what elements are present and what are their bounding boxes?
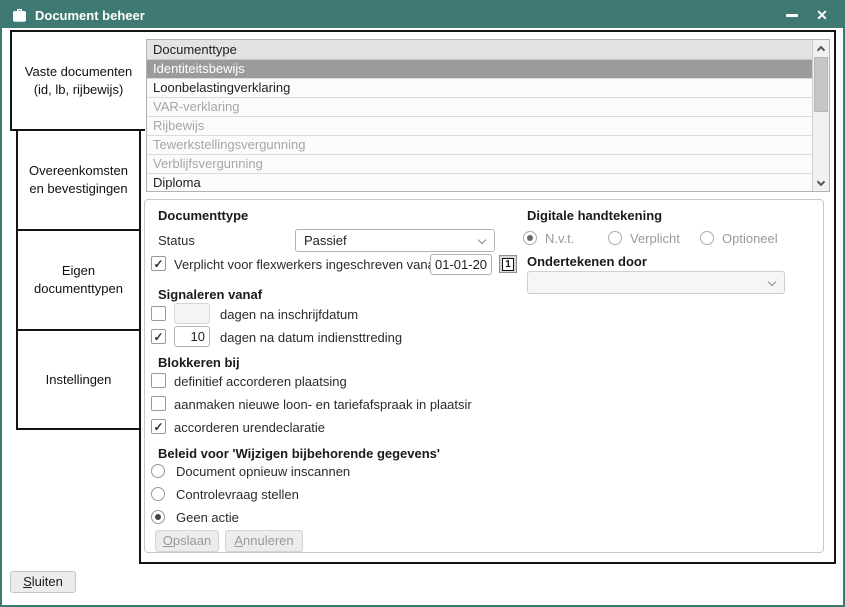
list-item[interactable]: Loonbelastingverklaring (147, 79, 812, 98)
blokkeren-tariefafspraak-checkbox[interactable] (151, 396, 166, 411)
status-label: Status (158, 233, 195, 248)
minimize-icon (786, 14, 798, 17)
window-body: Vaste documenten (id, lb, rijbewijs) Ove… (2, 28, 843, 605)
ondertekenen-label: Ondertekenen door (527, 254, 647, 269)
tab-overeenkomsten[interactable]: Overeenkomsten en bevestigingen (16, 129, 141, 231)
section-beleid-heading: Beleid voor 'Wijzigen bijbehorende gegev… (158, 446, 440, 461)
briefcase-icon (12, 9, 27, 22)
tab-eigen-documenttypen[interactable]: Eigen documenttypen (16, 229, 141, 331)
chevron-down-icon (478, 236, 486, 244)
verplicht-label: Verplicht voor flexwerkers ingeschreven … (174, 257, 438, 272)
sluiten-button[interactable]: Sluiten (10, 571, 76, 593)
detail-groupbox: Documenttype Status Passief Verplicht vo… (144, 199, 824, 553)
calendar-icon: 1 (502, 258, 514, 271)
scroll-up-icon[interactable] (813, 40, 829, 56)
opslaan-button[interactable]: Opslaan (155, 530, 219, 552)
status-dropdown[interactable]: Passief (295, 229, 495, 252)
scrollbar-thumb[interactable] (814, 57, 828, 112)
signaleren-indiensttreding-label: dagen na datum indiensttreding (220, 330, 402, 345)
titlebar: Document beheer ✕ (2, 2, 843, 28)
signaleren-inschrijf-input[interactable] (174, 303, 210, 324)
signaleren-indiensttreding-input[interactable] (174, 326, 210, 347)
list-item[interactable]: Rijbewijs (147, 117, 812, 136)
blokkeren-urendeclaratie-label: accorderen urendeclaratie (174, 420, 325, 435)
section-documenttype-heading: Documenttype (158, 208, 248, 223)
beleid-geen-actie-label: Geen actie (176, 510, 239, 525)
radio-verplicht-label: Verplicht (630, 231, 680, 246)
blokkeren-urendeclaratie-checkbox[interactable] (151, 419, 166, 434)
tab-instellingen[interactable]: Instellingen (16, 329, 141, 430)
ondertekenen-dropdown[interactable] (527, 271, 785, 294)
beleid-geen-actie-radio[interactable] (151, 510, 165, 524)
calendar-button[interactable]: 1 (499, 255, 517, 273)
signaleren-inschrijf-checkbox[interactable] (151, 306, 166, 321)
documenttype-list: Documenttype Identiteitsbewijs Loonbelas… (146, 39, 830, 192)
date-input[interactable] (430, 254, 492, 275)
window-title: Document beheer (35, 8, 145, 23)
list-scrollbar[interactable] (812, 40, 829, 191)
document-beheer-window: Document beheer ✕ Vaste documenten (id, … (0, 0, 845, 607)
radio-verplicht[interactable] (608, 231, 622, 245)
blokkeren-plaatsing-label: definitief accorderen plaatsing (174, 374, 347, 389)
close-icon: ✕ (816, 8, 828, 22)
list-header: Documenttype (147, 40, 812, 60)
verplicht-checkbox[interactable] (151, 256, 166, 271)
signaleren-inschrijf-label: dagen na inschrijfdatum (220, 307, 358, 322)
minimize-button[interactable] (781, 5, 803, 25)
radio-nvt[interactable] (523, 231, 537, 245)
section-handtekening-heading: Digitale handtekening (527, 208, 662, 223)
tab-panel: Documenttype Identiteitsbewijs Loonbelas… (139, 30, 836, 564)
close-button[interactable]: ✕ (811, 5, 833, 25)
signaleren-indiensttreding-checkbox[interactable] (151, 329, 166, 344)
section-blokkeren-heading: Blokkeren bij (158, 355, 240, 370)
radio-nvt-label: N.v.t. (545, 231, 574, 246)
annuleren-button[interactable]: Annuleren (225, 530, 303, 552)
list-item[interactable]: Identiteitsbewijs (147, 60, 812, 79)
list-item[interactable]: Tewerkstellingsvergunning (147, 136, 812, 155)
chevron-down-icon (768, 278, 776, 286)
blokkeren-tariefafspraak-label: aanmaken nieuwe loon- en tariefafspraak … (174, 397, 472, 412)
radio-optioneel[interactable] (700, 231, 714, 245)
list-item[interactable]: Diploma (147, 174, 812, 192)
section-signaleren-heading: Signaleren vanaf (158, 287, 262, 302)
status-value: Passief (304, 233, 347, 248)
radio-optioneel-label: Optioneel (722, 231, 778, 246)
tab-vaste-documenten[interactable]: Vaste documenten (id, lb, rijbewijs) (10, 30, 145, 131)
beleid-inscannen-label: Document opnieuw inscannen (176, 464, 350, 479)
list-item[interactable]: Verblijfsvergunning (147, 155, 812, 174)
scroll-down-icon[interactable] (813, 175, 829, 191)
blokkeren-plaatsing-checkbox[interactable] (151, 373, 166, 388)
beleid-controlevraag-label: Controlevraag stellen (176, 487, 299, 502)
beleid-controlevraag-radio[interactable] (151, 487, 165, 501)
beleid-inscannen-radio[interactable] (151, 464, 165, 478)
list-item[interactable]: VAR-verklaring (147, 98, 812, 117)
